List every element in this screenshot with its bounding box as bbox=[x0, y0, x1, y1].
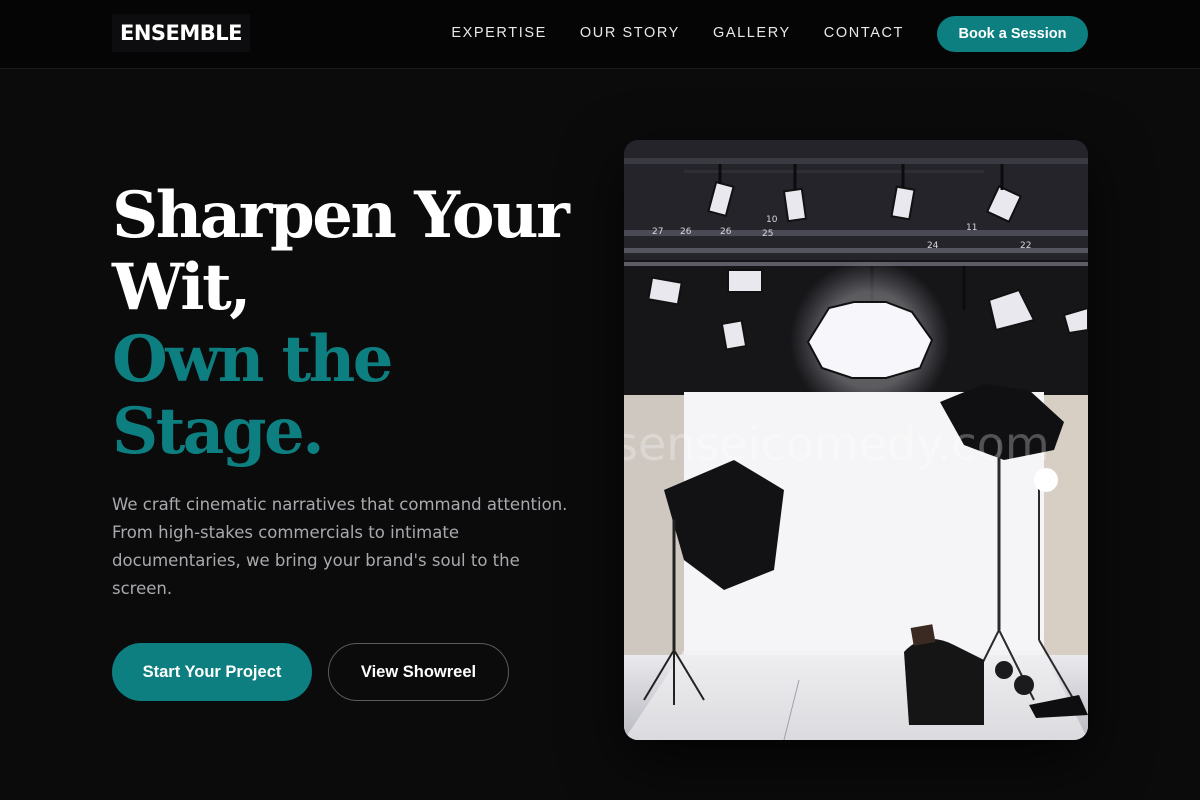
rig-label: 27 bbox=[652, 227, 663, 237]
site-header: ENSEMBLE EXPERTISE OUR STORY GALLERY CON… bbox=[0, 0, 1200, 69]
rig-label: 24 bbox=[927, 241, 939, 251]
rig-label: 22 bbox=[1020, 241, 1031, 251]
hero-title: Sharpen Your Wit, Own the Stage. bbox=[112, 180, 592, 468]
rig-label: 26 bbox=[680, 227, 692, 237]
studio-photo: 27 26 26 25 10 24 11 22 senseicomedy.com bbox=[624, 140, 1088, 740]
start-project-button[interactable]: Start Your Project bbox=[112, 643, 312, 701]
nav-link-expertise[interactable]: EXPERTISE bbox=[451, 22, 547, 44]
rig-label: 25 bbox=[762, 229, 773, 239]
brand-logo[interactable]: ENSEMBLE bbox=[112, 14, 251, 52]
hero-title-line-1: Sharpen Your bbox=[112, 178, 570, 253]
hero-description: We craft cinematic narratives that comma… bbox=[112, 495, 568, 598]
main-nav: EXPERTISE OUR STORY GALLERY CONTACT bbox=[451, 22, 904, 44]
hero-title-line-2: Wit, bbox=[112, 250, 251, 325]
book-session-button[interactable]: Book a Session bbox=[937, 16, 1088, 52]
nav-link-our-story[interactable]: OUR STORY bbox=[580, 22, 680, 44]
view-showreel-button[interactable]: View Showreel bbox=[328, 643, 509, 701]
image-watermark: senseicomedy.com bbox=[624, 417, 1050, 471]
hero-title-accent-line-1: Own the bbox=[112, 322, 393, 397]
rig-label: 26 bbox=[720, 227, 732, 237]
nav-link-contact[interactable]: CONTACT bbox=[824, 22, 904, 44]
rig-label: 11 bbox=[966, 223, 977, 233]
nav-link-gallery[interactable]: GALLERY bbox=[713, 22, 791, 44]
hero-title-accent-line-2: Stage. bbox=[112, 394, 325, 469]
rig-label: 10 bbox=[766, 215, 778, 225]
